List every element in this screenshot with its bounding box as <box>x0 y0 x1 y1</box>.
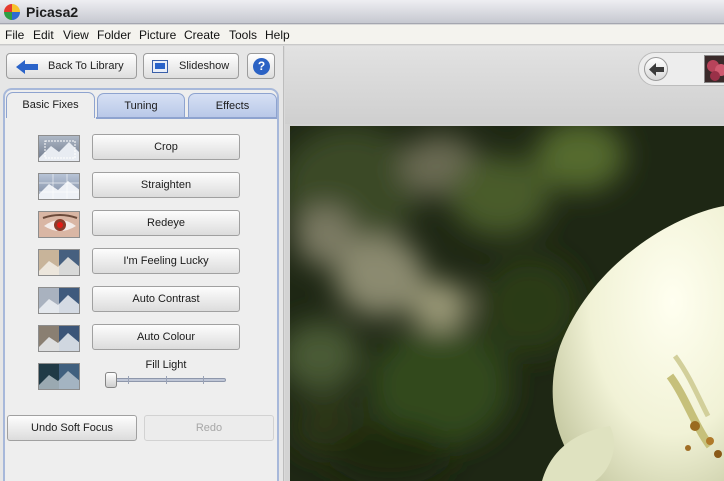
fill-light-thumbnail <box>38 363 80 390</box>
help-icon: ? <box>253 58 270 75</box>
menu-bar: File Edit View Folder Picture Create Too… <box>0 25 724 45</box>
menu-help[interactable]: Help <box>265 28 290 42</box>
previous-photo-button[interactable] <box>644 57 668 81</box>
undo-label: Undo Soft Focus <box>31 422 113 434</box>
menu-tools[interactable]: Tools <box>229 28 257 42</box>
edit-panel: Back To Library Slideshow ? Basic Fixes … <box>0 46 284 481</box>
picasa-logo-icon <box>4 4 20 20</box>
auto-colour-button[interactable]: Auto Colour <box>92 324 240 350</box>
slideshow-button[interactable]: Slideshow <box>143 53 239 79</box>
back-to-library-button[interactable]: Back To Library <box>6 53 137 79</box>
window-title: Picasa2 <box>26 4 79 20</box>
filmstrip-nav <box>638 52 724 86</box>
slideshow-label: Slideshow <box>179 60 230 72</box>
straighten-thumbnail <box>38 173 80 200</box>
menu-view[interactable]: View <box>63 28 89 42</box>
undo-button[interactable]: Undo Soft Focus <box>7 415 137 441</box>
redo-button[interactable]: Redo <box>144 415 274 441</box>
back-arrow-icon <box>649 63 664 76</box>
auto-colour-thumbnail <box>38 325 80 352</box>
viewer-toolbar <box>285 46 724 124</box>
crop-thumbnail <box>38 135 80 162</box>
fill-light-slider-handle[interactable] <box>105 372 117 388</box>
menu-file[interactable]: File <box>5 28 24 42</box>
menu-edit[interactable]: Edit <box>33 28 54 42</box>
tab-tuning[interactable]: Tuning <box>97 93 185 117</box>
auto-colour-label: Auto Colour <box>136 331 196 343</box>
auto-contrast-label: Auto Contrast <box>132 293 200 305</box>
tab-effects-label: Effects <box>215 100 250 112</box>
crop-label: Crop <box>154 141 178 153</box>
back-to-library-label: Back To Library <box>48 60 124 72</box>
redo-label: Redo <box>195 422 223 434</box>
title-bar: Picasa2 <box>0 0 724 24</box>
redeye-label: Redeye <box>147 217 185 229</box>
tab-tuning-label: Tuning <box>124 100 158 112</box>
straighten-button[interactable]: Straighten <box>92 172 240 198</box>
feeling-lucky-button[interactable]: I'm Feeling Lucky <box>92 248 240 274</box>
tab-effects[interactable]: Effects <box>188 93 277 117</box>
menu-create[interactable]: Create <box>184 28 220 42</box>
menu-folder[interactable]: Folder <box>97 28 131 42</box>
slider-tick <box>128 376 129 384</box>
auto-contrast-thumbnail <box>38 287 80 314</box>
left-arrow-icon <box>16 60 38 74</box>
feeling-lucky-label: I'm Feeling Lucky <box>123 255 209 267</box>
redeye-button[interactable]: Redeye <box>92 210 240 236</box>
tab-basic-fixes-label: Basic Fixes <box>22 99 79 111</box>
tab-divider <box>96 117 277 119</box>
feeling-lucky-thumbnail <box>38 249 80 276</box>
slider-tick <box>166 376 167 384</box>
redeye-thumbnail <box>38 211 80 238</box>
straighten-label: Straighten <box>140 179 192 191</box>
crop-button[interactable]: Crop <box>92 134 240 160</box>
filmstrip-thumbnail[interactable] <box>704 55 724 83</box>
main-photo <box>290 126 724 481</box>
slider-tick <box>203 376 204 384</box>
fill-light-label: Fill Light <box>145 359 187 371</box>
auto-contrast-button[interactable]: Auto Contrast <box>92 286 240 312</box>
slideshow-icon <box>152 60 168 73</box>
help-button[interactable]: ? <box>247 53 275 79</box>
tab-basic-fixes[interactable]: Basic Fixes <box>6 92 95 118</box>
menu-picture[interactable]: Picture <box>139 28 176 42</box>
fill-light-slider-track[interactable] <box>108 378 226 382</box>
